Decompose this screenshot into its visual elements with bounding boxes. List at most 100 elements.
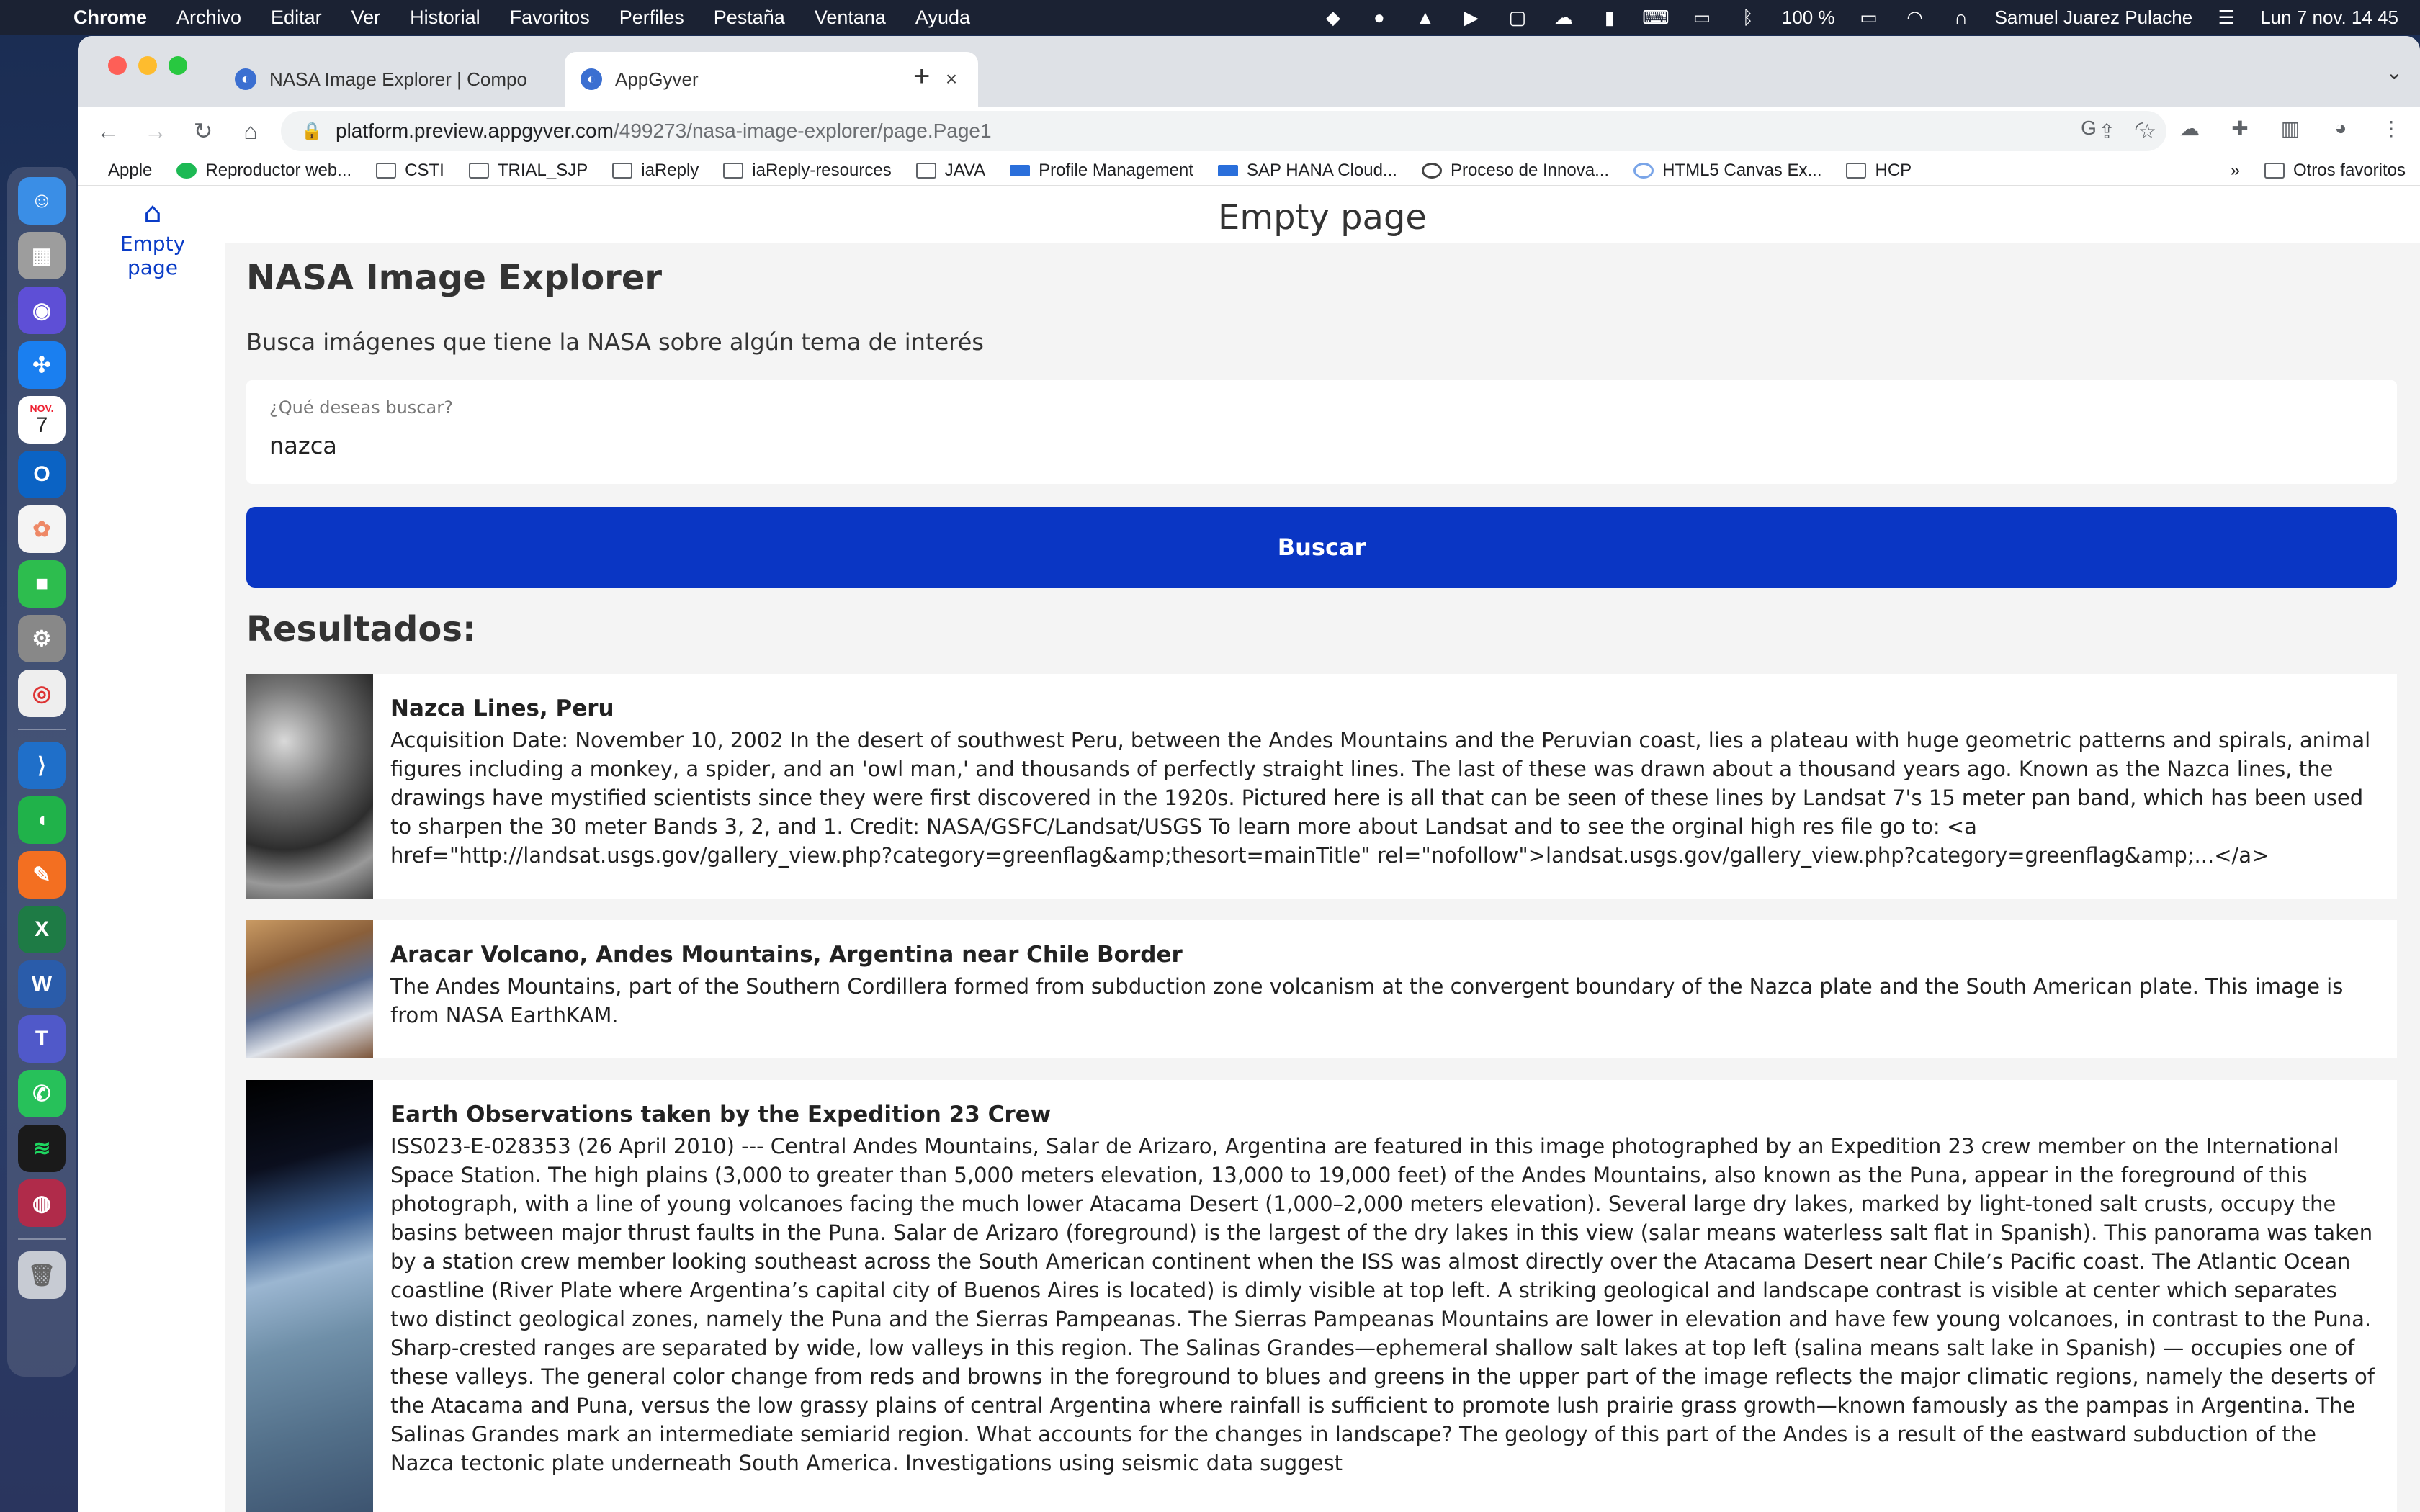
- result-card[interactable]: Nazca Lines, Peru Acquisition Date: Nove…: [246, 674, 2397, 899]
- side-panel-icon[interactable]: ▥: [2276, 114, 2305, 143]
- user-name[interactable]: Samuel Juarez Pulache: [1995, 6, 2193, 29]
- menu-perfiles[interactable]: Perfiles: [619, 6, 684, 29]
- menu-ayuda[interactable]: Ayuda: [915, 6, 970, 29]
- system-preferences-icon[interactable]: ⚙: [18, 615, 66, 662]
- bookmark-label: Apple: [108, 160, 153, 180]
- menu-chrome[interactable]: Chrome: [73, 6, 147, 29]
- bookmark-sap-hana-cloud[interactable]: SAP HANA Cloud...: [1217, 161, 1397, 181]
- bookmark-label: HCP: [1875, 160, 1912, 180]
- trash-icon[interactable]: 🗑: [18, 1251, 66, 1299]
- result-card[interactable]: Earth Observations taken by the Expediti…: [246, 1080, 2397, 1512]
- status-app-icon[interactable]: ◆: [1321, 6, 1345, 28]
- bookmark-folder-trial-sjp[interactable]: TRIAL_SJP: [468, 161, 588, 181]
- menu-editar[interactable]: Editar: [271, 6, 322, 29]
- drive-status-icon[interactable]: ▲: [1413, 6, 1438, 28]
- bookmark-profile-management[interactable]: Profile Management: [1010, 161, 1193, 181]
- new-tab-icon[interactable]: +: [913, 60, 930, 93]
- folder-icon: [915, 162, 936, 179]
- extensions-area: G ◜ ☁ ✚ ▥ ◕ ⋮: [2074, 114, 2406, 143]
- vscode-icon[interactable]: ⟩: [18, 742, 66, 789]
- rar-app-icon[interactable]: ◍: [18, 1179, 66, 1227]
- back-icon[interactable]: ←: [91, 118, 125, 145]
- extensions-puzzle-icon[interactable]: ✚: [2226, 114, 2254, 143]
- maximize-window-button[interactable]: [169, 56, 187, 75]
- bookmark-reproductor[interactable]: Reproductor web...: [176, 161, 351, 181]
- bluetooth-icon[interactable]: ᛒ: [1736, 6, 1760, 28]
- search-input[interactable]: [269, 432, 2374, 459]
- close-window-button[interactable]: [108, 56, 127, 75]
- bookmark-folder-iareply[interactable]: iaReply: [612, 161, 699, 181]
- control-center-icon[interactable]: ☰: [2214, 6, 2238, 28]
- url-path: /499273/nasa-image-explorer/page.Page1: [613, 120, 992, 142]
- reload-icon[interactable]: ↻: [186, 117, 220, 145]
- photos-icon[interactable]: ✿: [18, 505, 66, 553]
- bookmark-other-favorites[interactable]: Otros favoritos: [2264, 161, 2406, 181]
- result-thumbnail[interactable]: [246, 1080, 373, 1512]
- teams-icon[interactable]: T: [18, 1015, 66, 1063]
- bookmark-folder-csti[interactable]: CSTI: [376, 161, 444, 181]
- display-status-icon[interactable]: ▭: [1690, 6, 1714, 28]
- forward-icon[interactable]: →: [138, 118, 173, 145]
- chrome-icon[interactable]: ◎: [18, 670, 66, 717]
- translate-extension-icon[interactable]: G: [2074, 114, 2103, 143]
- bookmark-apple[interactable]: Apple: [99, 161, 152, 181]
- bookmark-folder-iareply-resources[interactable]: iaReply-resources: [723, 161, 892, 181]
- more-bookmarks-chevron-icon[interactable]: »: [2231, 161, 2240, 181]
- wifi-icon[interactable]: ◠: [1903, 6, 1927, 28]
- play-status-icon[interactable]: ▶: [1459, 6, 1484, 28]
- result-thumbnail[interactable]: [246, 674, 373, 899]
- bookmark-folder-java[interactable]: JAVA: [915, 161, 985, 181]
- evernote-status-icon[interactable]: ●: [1367, 6, 1392, 28]
- loading-extension-icon[interactable]: ◜: [2125, 114, 2154, 143]
- bookmark-proceso-innovacion[interactable]: Proceso de Innova...: [1421, 161, 1609, 181]
- contacts-status-icon[interactable]: ▮: [1597, 6, 1622, 28]
- result-thumbnail[interactable]: [246, 920, 373, 1058]
- home-icon[interactable]: ⌂: [233, 118, 268, 145]
- date-time[interactable]: Lun 7 nov. 14 45: [2260, 6, 2398, 29]
- lock-icon[interactable]: 🔒: [301, 121, 323, 142]
- close-tab-icon[interactable]: ×: [941, 68, 962, 91]
- headphones-icon[interactable]: ∩: [1949, 6, 1973, 28]
- launchpad-icon[interactable]: ▦: [18, 232, 66, 279]
- safari-icon[interactable]: ✣: [18, 341, 66, 389]
- result-title: Nazca Lines, Peru: [390, 696, 614, 721]
- facetime-icon[interactable]: ■: [18, 560, 66, 608]
- tab-search-chevron-icon[interactable]: ⌄: [2386, 60, 2403, 84]
- folder-icon: [376, 162, 397, 179]
- cloud-extension-icon[interactable]: ☁: [2175, 114, 2204, 143]
- result-title: Earth Observations taken by the Expediti…: [390, 1102, 1052, 1128]
- chrome-menu-icon[interactable]: ⋮: [2377, 114, 2406, 143]
- pencil-app-icon[interactable]: ✎: [18, 851, 66, 899]
- result-card[interactable]: Aracar Volcano, Andes Mountains, Argenti…: [246, 920, 2397, 1058]
- menu-pestana[interactable]: Pestaña: [714, 6, 785, 29]
- menu-ventana[interactable]: Ventana: [815, 6, 886, 29]
- menu-archivo[interactable]: Archivo: [176, 6, 241, 29]
- word-icon[interactable]: W: [18, 960, 66, 1008]
- excel-icon[interactable]: X: [18, 906, 66, 953]
- address-bar[interactable]: 🔒 platform.preview.appgyver.com/499273/n…: [281, 111, 2166, 151]
- bookmark-html5-canvas[interactable]: HTML5 Canvas Ex...: [1634, 161, 1821, 181]
- outlook-icon[interactable]: O: [18, 451, 66, 498]
- main-content: NASA Image Explorer Busca imágenes que t…: [246, 258, 2397, 1512]
- calendar-icon[interactable]: NOV. 7: [18, 396, 66, 444]
- profile-avatar[interactable]: ◕: [2326, 114, 2355, 143]
- whatsapp-icon[interactable]: ✆: [18, 1070, 66, 1117]
- finder-icon[interactable]: ☺: [18, 177, 66, 225]
- menu-favoritos[interactable]: Favoritos: [510, 6, 590, 29]
- spotify-icon[interactable]: ≋: [18, 1125, 66, 1172]
- minimize-window-button[interactable]: [138, 56, 157, 75]
- result-body: Earth Observations taken by the Expediti…: [373, 1080, 2397, 1512]
- menu-ver[interactable]: Ver: [351, 6, 381, 29]
- search-button[interactable]: Buscar: [246, 507, 2397, 588]
- evernote-icon[interactable]: ◖: [18, 796, 66, 844]
- battery-icon[interactable]: ▭: [1857, 6, 1881, 28]
- nav-item-empty-page[interactable]: ⌂ Empty page: [107, 199, 199, 279]
- dock-separator: [18, 1238, 66, 1240]
- siri-icon[interactable]: ◉: [18, 287, 66, 334]
- keyboard-status-icon[interactable]: ⌨: [1642, 6, 1670, 28]
- menu-historial[interactable]: Historial: [410, 6, 480, 29]
- cloud-status-icon[interactable]: ☁: [1551, 6, 1576, 28]
- folder-icon: [1846, 162, 1867, 179]
- windows-status-icon[interactable]: ▢: [1505, 6, 1530, 28]
- bookmark-folder-hcp[interactable]: HCP: [1846, 161, 1912, 181]
